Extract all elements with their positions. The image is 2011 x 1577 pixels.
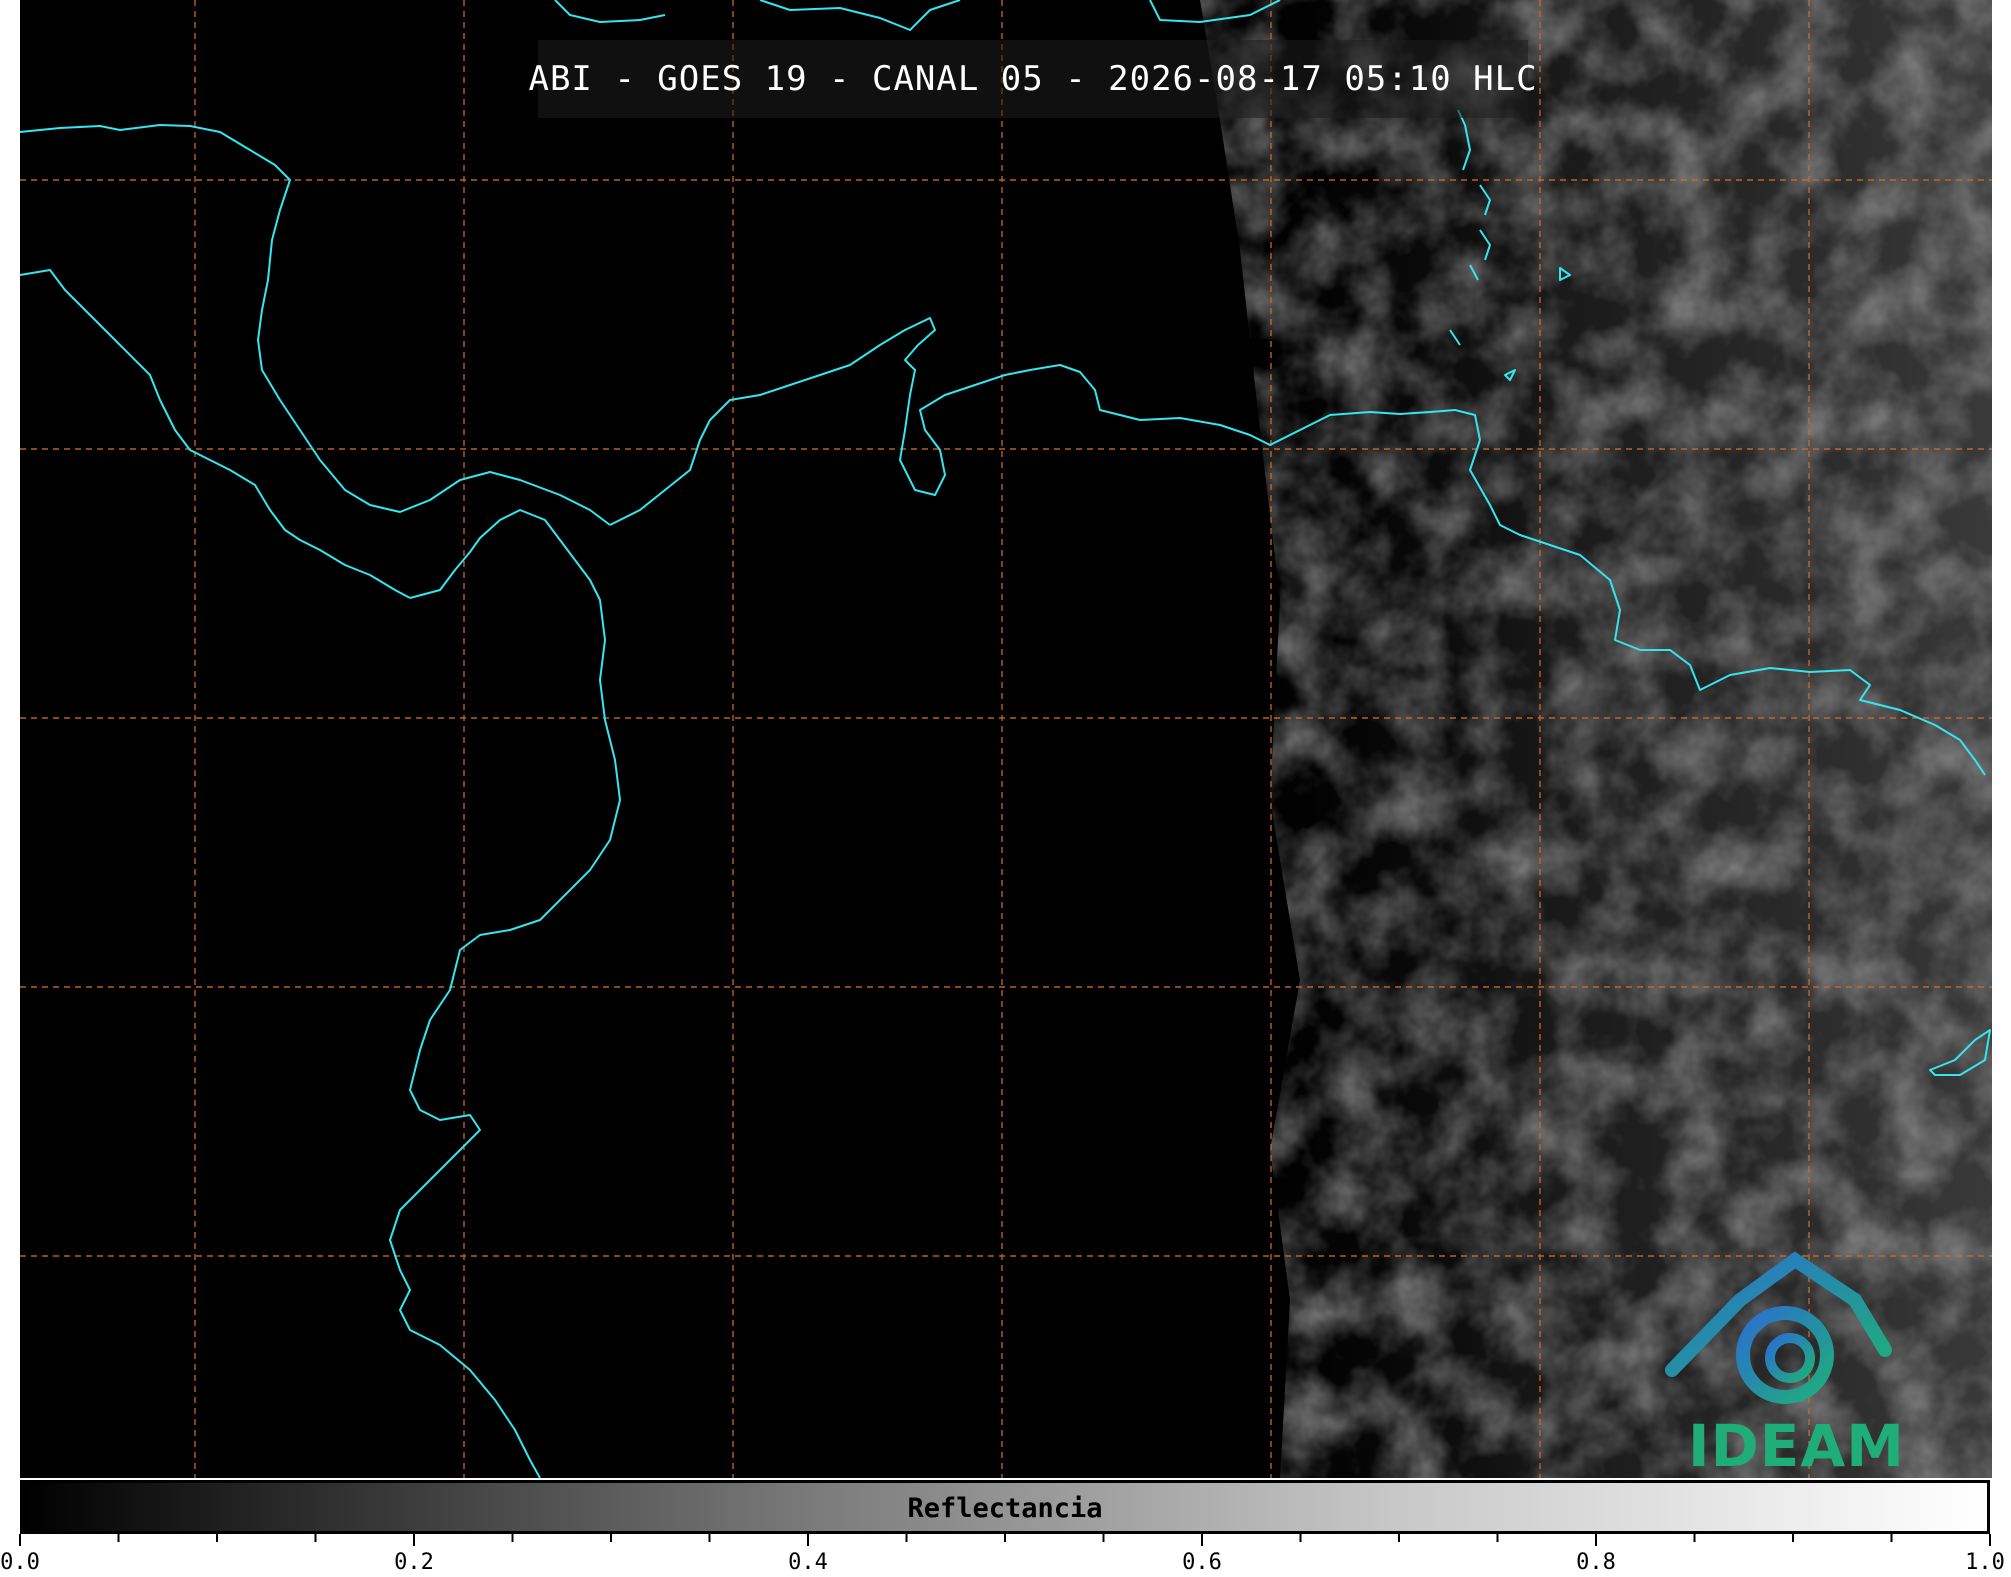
colorbar-ticks — [19, 1534, 1991, 1546]
colorbar-tick-1: 0.2 — [394, 1550, 434, 1575]
colorbar-tick-2: 0.4 — [788, 1550, 828, 1575]
colorbar-tick-5: 1.0 — [1965, 1550, 2005, 1575]
colorbar-tick-0: 0.0 — [0, 1550, 40, 1575]
colorbar-tick-3: 0.6 — [1182, 1550, 1222, 1575]
colorbar-tick-4: 0.8 — [1576, 1550, 1616, 1575]
